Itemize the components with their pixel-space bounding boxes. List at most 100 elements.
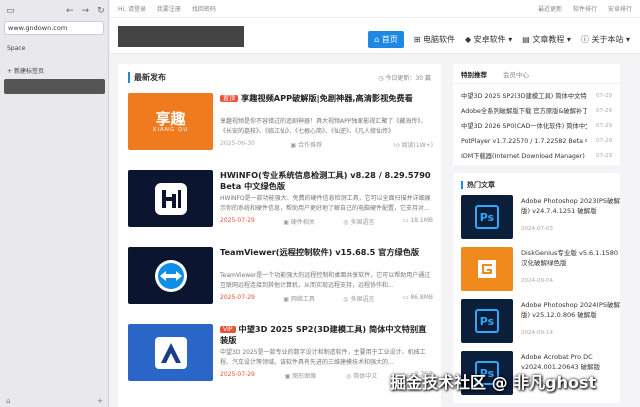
post-item[interactable]: TeamViewer(远程控制软件) v15.68.5 官方绿色版 TeamVi… [128, 247, 433, 313]
post-title-text: 中望3D 2025 SP2(3D建模工具) 简体中文特别直装版 [220, 324, 427, 345]
register-link[interactable]: 我要注册 [157, 6, 181, 13]
post-excerpt: 中望3D 2025是一款专业的数字设计和制造软件，主要用于工业设计、机械工程、汽… [220, 349, 426, 366]
main-nav: ⌂ 首页 ⊞ 电脑软件 ◆ 安卓软件 ▾ ▤ 文章教程 ▾ ⓘ 关于本站 ▾ [368, 31, 630, 48]
hot-articles-title: 热门文章 [453, 173, 620, 195]
new-tab-button[interactable]: + 新建标签页 [7, 66, 44, 75]
post-title[interactable]: TeamViewer(远程控制软件) v15.68.5 官方绿色版 [220, 247, 433, 258]
chevron-down-icon: ▾ [564, 35, 571, 44]
post-title[interactable]: VIP 中望3D 2025 SP2(3D建模工具) 简体中文特别直装版 [220, 324, 433, 346]
post-item[interactable]: 享趣 XIANG QU 置顶 享趣视频APP破解版|免剧神器,高清影视免费看 享趣… [128, 93, 433, 159]
list-item[interactable]: Adobe全系列破解版下载 官方原版&破解补丁 07-29 [461, 103, 612, 118]
thumbnail-text: 享趣 [155, 109, 186, 128]
hot-articles-label: 热门文章 [461, 181, 495, 189]
back-icon[interactable]: ← [66, 6, 74, 16]
post-language: ◎ 简体中文 [346, 371, 377, 380]
recent-updates-link[interactable]: 最近更新 [538, 6, 562, 13]
post-item[interactable]: VIP 中望3D 2025 SP2(3D建模工具) 简体中文特别直装版 中望3D … [128, 324, 433, 390]
web-page: Hi, 请登录 我要注册 找回密码 最近更新 软件排行 安卓排行 ⌂ 首页 ⊞ … [110, 0, 640, 407]
add-icon[interactable]: + [97, 397, 103, 405]
diskgenius-icon [478, 260, 496, 278]
nav-about[interactable]: ⓘ 关于本站 ▾ [581, 34, 630, 45]
nav-home[interactable]: ⌂ 首页 [368, 31, 404, 48]
android-icon: ◆ [464, 35, 474, 44]
nav-android-software[interactable]: ◆ 安卓软件 ▾ [465, 34, 512, 45]
post-category[interactable]: ▣ 网络工具 [283, 294, 315, 303]
forward-icon[interactable]: → [82, 6, 90, 16]
post-language: ◎ 多国语言 [343, 217, 374, 226]
hot-article-thumbnail[interactable] [461, 247, 513, 291]
post-date: 2025-06-30 [220, 140, 255, 147]
today-update-count: ◷ 今日更新：30 篇 [378, 73, 431, 82]
recommend-list: 中望3D 2025 SP2(3D建模工具) 简体中文特别直装版 07-29 Ado… [453, 84, 620, 165]
post-thumbnail[interactable] [128, 324, 213, 381]
info-icon: ⓘ [580, 35, 592, 44]
hot-article-item[interactable]: DiskGenius专业版 v5.6.1.1580 汉化破解绿色版 2024-0… [461, 247, 618, 299]
nav-pc-software[interactable]: ⊞ 电脑软件 [414, 34, 455, 45]
forgot-password-link[interactable]: 找回密码 [192, 6, 216, 13]
post-category[interactable]: ▣ 图形图像 [285, 371, 317, 380]
post-category[interactable]: ▣ 合作推荐 [291, 140, 323, 149]
site-logo[interactable] [118, 26, 244, 47]
hot-article-item[interactable]: Ps Adobe Photoshop 2024(PS破解版) v25.12.0.… [461, 299, 620, 351]
post-thumbnail[interactable] [128, 170, 213, 227]
post-size: ▭ 86.8MB [403, 294, 433, 303]
space-label: Space [7, 45, 26, 52]
list-item[interactable]: 中望3D 2026 SP0(CAD一体化软件) 简体中文特别版 07-29 [461, 118, 612, 133]
post-excerpt: TeamViewer是一个功能强大的远程控制和桌面共享软件，它可以帮助用户通过互… [220, 272, 431, 289]
nav-home-label: 首页 [381, 35, 398, 44]
post-views-label: 阅读(1W+) [401, 142, 433, 149]
chevron-down-icon: ▾ [505, 35, 513, 44]
list-item[interactable]: IDM下载器(Internet Download Manager) 破解版 07-… [461, 148, 612, 163]
list-item-title: Adobe全系列破解版下载 官方原版&破解补丁 [461, 108, 587, 115]
window-controls: ▭ [6, 7, 15, 16]
hot-article-date: 2024-09-14 [521, 330, 553, 336]
hot-article-thumbnail[interactable]: Ps [461, 299, 513, 343]
post-item[interactable]: HWiNFO(专业系统信息检测工具) v8.28 / 8.29.5790 Bet… [128, 170, 433, 236]
sidebar-footer: ⌂ + [0, 395, 109, 407]
active-tab[interactable] [4, 79, 105, 94]
software-rank-link[interactable]: 软件排行 [573, 6, 597, 13]
zw3d-icon [154, 336, 187, 369]
new-tab-label: 新建标签页 [13, 68, 44, 75]
login-link[interactable]: Hi, 请登录 [118, 6, 146, 13]
list-item-date: 07-29 [596, 152, 612, 159]
hot-article-title: Adobe Photoshop 2023(PS破解版) v24.7.4.1251… [521, 197, 620, 215]
list-item[interactable]: 中望3D 2025 SP2(3D建模工具) 简体中文特别直装版 07-29 [461, 88, 612, 103]
browser-sidebar: ▭ ← → ↻ www.gndown.com Space + 新建标签页 ⌂ + [0, 0, 109, 407]
pinned-badge: 置顶 [220, 95, 239, 102]
post-category-label: 硬件相关 [290, 219, 315, 226]
hot-article-date: 2024-09-04 [521, 278, 553, 284]
settings-icon[interactable]: ⌂ [6, 397, 10, 405]
post-thumbnail[interactable]: 享趣 XIANG QU [128, 93, 213, 150]
tab-recommend[interactable]: 特别推荐 [461, 69, 487, 79]
post-category[interactable]: ▣ 硬件相关 [283, 217, 315, 226]
folder-icon: ▣ [283, 296, 291, 303]
watermark: 掘金技术社区 @ 非凡ghost [390, 373, 597, 392]
post-meta: 2025-07-29 ▣ 硬件相关 ◎ 多国语言 ▭ 18.1MB [220, 217, 433, 226]
list-item-title: 中望3D 2025 SP2(3D建模工具) 简体中文特别直装版 [461, 93, 587, 100]
tab-member-center[interactable]: 会员中心 [503, 69, 529, 79]
post-title[interactable]: 置顶 享趣视频APP破解版|免剧神器,高清影视免费看 [220, 93, 433, 104]
photoshop-icon: Ps [475, 309, 499, 333]
list-item[interactable]: PotPlayer v1.7.22570 / 1.7.22582 Beta 中文… [461, 133, 612, 148]
list-item-date: 07-29 [596, 122, 612, 129]
android-rank-link[interactable]: 安卓排行 [608, 6, 632, 13]
nav-tutorials[interactable]: ▤ 文章教程 ▾ [522, 34, 571, 45]
post-language-label: 多国语言 [350, 296, 375, 303]
latest-posts-panel: 最新发布 ◷ 今日更新：30 篇 享趣 XIANG QU 置顶 享趣视频APP破解… [118, 64, 441, 407]
sidebar-toggle-icon[interactable]: ▭ [6, 7, 15, 16]
post-thumbnail[interactable] [128, 247, 213, 304]
list-item-title: PotPlayer v1.7.22570 / 1.7.22582 Beta 中文… [461, 138, 587, 145]
hot-article-item[interactable]: Ps Adobe Photoshop 2023(PS破解版) v24.7.4.1… [461, 195, 620, 247]
post-title[interactable]: HWiNFO(专业系统信息检测工具) v8.28 / 8.29.5790 Bet… [220, 170, 433, 192]
post-category-label: 图形图像 [292, 373, 317, 380]
reload-icon[interactable]: ↻ [97, 6, 105, 16]
post-date: 2025-07-29 [220, 371, 255, 378]
list-item-title: 中望3D 2026 SP0(CAD一体化软件) 简体中文特别版 [461, 123, 587, 130]
address-bar[interactable]: www.gndown.com [4, 21, 104, 35]
top-bar: Hi, 请登录 我要注册 找回密码 最近更新 软件排行 安卓排行 [110, 0, 640, 18]
hot-article-thumbnail[interactable]: Ps [461, 195, 513, 239]
today-count: 30 [415, 75, 424, 82]
folder-icon: ▣ [283, 219, 291, 226]
post-size-label: 86.8MB [410, 294, 433, 301]
